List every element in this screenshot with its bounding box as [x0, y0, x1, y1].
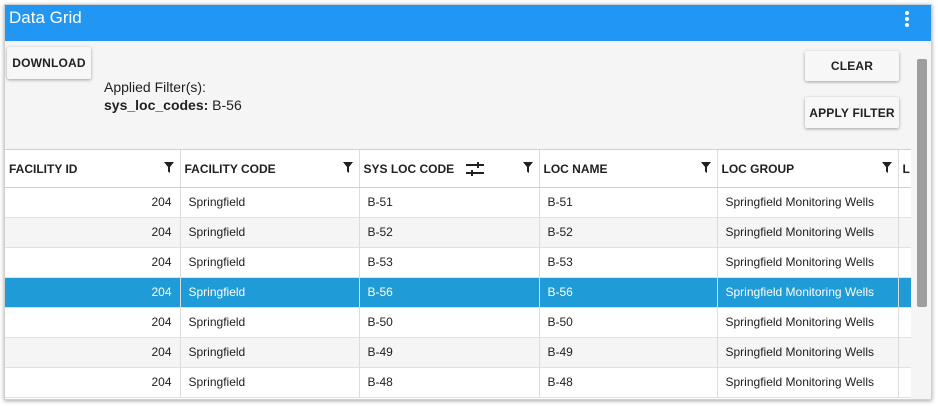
column-header-label: FACILITY CODE — [184, 161, 276, 176]
table-cell[interactable] — [898, 307, 911, 338]
table-cell[interactable]: Springfield — [180, 307, 360, 338]
column-header-facility-code[interactable]: FACILITY CODE — [180, 150, 360, 188]
table-cell[interactable]: Springfield — [180, 337, 360, 368]
table-cell[interactable]: B-56 — [539, 277, 718, 308]
column-header-label: L — [902, 161, 910, 176]
table-cell[interactable]: Springfield — [180, 277, 360, 308]
table-cell[interactable] — [898, 217, 911, 248]
more-vert-icon[interactable] — [903, 11, 911, 31]
grid-table: FACILITY ID FACILITY CODE SYS LOC CODE L… — [5, 150, 911, 398]
table-row[interactable]: 204 Springfield B-49 B-49 Springfield Monito… — [5, 337, 911, 368]
table-cell[interactable]: B-49 — [359, 337, 540, 368]
table-cell[interactable] — [898, 367, 911, 398]
table-cell[interactable]: Springfield Monitoring Wells — [717, 367, 899, 398]
table-cell[interactable]: 204 — [5, 367, 181, 398]
column-header-loc-group[interactable]: LOC GROUP — [717, 150, 899, 188]
tune-icon[interactable] — [465, 161, 484, 176]
filter-icon[interactable] — [522, 162, 533, 173]
table-cell[interactable]: 204 — [5, 307, 181, 338]
table-cell[interactable]: B-53 — [359, 247, 540, 278]
table-cell[interactable]: B-51 — [359, 187, 540, 218]
table-cell[interactable]: B-53 — [539, 247, 718, 278]
table-cell[interactable]: Springfield Monitoring Wells — [717, 337, 899, 368]
table-cell[interactable]: B-48 — [539, 367, 718, 398]
table-row[interactable]: 204 Springfield B-51 B-51 Springfield Monito… — [5, 187, 911, 218]
data-grid-window: Data Grid DOWNLOAD Applied Filter(s): sy… — [4, 4, 932, 400]
table-cell[interactable] — [898, 247, 911, 278]
table-cell[interactable]: Springfield Monitoring Wells — [717, 247, 899, 278]
table-cell[interactable]: Springfield Monitoring Wells — [717, 277, 899, 308]
title-bar: Data Grid — [5, 5, 931, 41]
applied-filters-heading: Applied Filter(s): — [104, 79, 206, 95]
table-row[interactable]: 204 Springfield B-56 B-56 Springfield Monito… — [5, 277, 911, 308]
table-cell[interactable]: Springfield — [180, 217, 360, 248]
filter-icon[interactable] — [163, 162, 174, 173]
column-header-truncated[interactable]: L — [898, 150, 911, 188]
column-header-sys-loc-code[interactable]: SYS LOC CODE — [359, 150, 540, 188]
column-header-facility-id[interactable]: FACILITY ID — [5, 150, 181, 188]
data-grid: FACILITY ID FACILITY CODE SYS LOC CODE L… — [5, 149, 911, 399]
table-cell[interactable]: Springfield Monitoring Wells — [717, 217, 899, 248]
grid-body: 204 Springfield B-51 B-51 Springfield Monito… — [5, 187, 911, 398]
table-cell[interactable]: 204 — [5, 217, 181, 248]
column-header-loc-name[interactable]: LOC NAME — [539, 150, 718, 188]
applied-filter-entry: sys_loc_codes: B-56 — [104, 96, 242, 114]
table-cell[interactable]: Springfield — [180, 187, 360, 218]
column-header-label: LOC NAME — [543, 161, 608, 176]
vertical-scrollbar[interactable] — [911, 41, 931, 399]
apply-filter-button[interactable]: APPLY FILTER — [805, 97, 899, 128]
table-cell[interactable]: Springfield Monitoring Wells — [717, 307, 899, 338]
table-row[interactable]: 204 Springfield B-50 B-50 Springfield Monito… — [5, 307, 911, 338]
table-row[interactable]: 204 Springfield B-53 B-53 Springfield Monito… — [5, 247, 911, 278]
table-cell[interactable]: B-52 — [359, 217, 540, 248]
filter-value: B-56 — [208, 97, 242, 113]
table-cell[interactable]: 204 — [5, 247, 181, 278]
column-header-label: LOC GROUP — [721, 161, 795, 176]
column-header-label: FACILITY ID — [9, 161, 78, 176]
table-cell[interactable]: Springfield — [180, 247, 360, 278]
table-cell[interactable]: Springfield — [180, 367, 360, 398]
column-header-label: SYS LOC CODE — [363, 161, 455, 176]
table-cell[interactable]: B-56 — [359, 277, 540, 308]
applied-filters: Applied Filter(s): sys_loc_codes: B-56 — [104, 78, 242, 114]
table-cell[interactable] — [898, 277, 911, 308]
header-row: FACILITY ID FACILITY CODE SYS LOC CODE L… — [5, 150, 911, 188]
table-cell[interactable]: B-50 — [539, 307, 718, 338]
table-cell[interactable]: 204 — [5, 187, 181, 218]
scrollbar-thumb[interactable] — [917, 59, 927, 307]
table-cell[interactable]: B-51 — [539, 187, 718, 218]
table-row[interactable]: 204 Springfield B-52 B-52 Springfield Monito… — [5, 217, 911, 248]
filter-icon[interactable] — [881, 162, 892, 173]
table-row[interactable]: 204 Springfield B-48 B-48 Springfield Monito… — [5, 367, 911, 398]
table-cell[interactable]: B-52 — [539, 217, 718, 248]
table-cell[interactable]: 204 — [5, 277, 181, 308]
filter-icon[interactable] — [342, 162, 353, 173]
download-button[interactable]: DOWNLOAD — [7, 47, 91, 79]
table-cell[interactable]: B-49 — [539, 337, 718, 368]
table-cell[interactable] — [898, 187, 911, 218]
table-cell[interactable] — [898, 337, 911, 368]
window-title: Data Grid — [9, 8, 82, 27]
table-cell[interactable]: Springfield Monitoring Wells — [717, 187, 899, 218]
filter-key: sys_loc_codes: — [104, 97, 209, 113]
table-cell[interactable]: B-50 — [359, 307, 540, 338]
filter-icon[interactable] — [700, 162, 711, 173]
table-cell[interactable]: 204 — [5, 337, 181, 368]
table-cell[interactable]: B-48 — [359, 367, 540, 398]
clear-button[interactable]: CLEAR — [805, 51, 899, 81]
